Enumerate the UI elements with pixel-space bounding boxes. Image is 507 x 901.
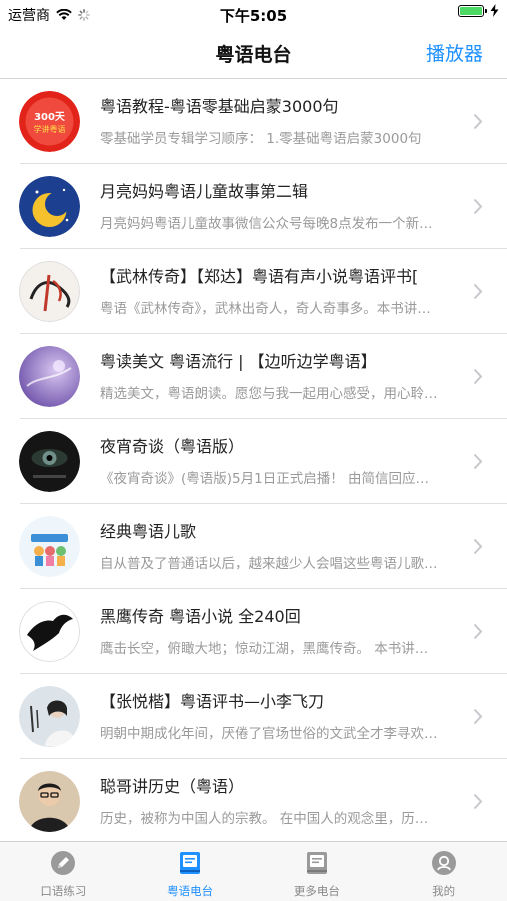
station-list: 300天 学讲粤语 粤语教程-粤语零基础启蒙3000句 零基础学员专辑学习顺序：… bbox=[0, 79, 507, 844]
tab-mine[interactable]: 我的 bbox=[380, 842, 507, 901]
station-thumbnail bbox=[19, 176, 80, 237]
station-thumbnail bbox=[19, 261, 80, 322]
book-icon bbox=[306, 852, 327, 874]
station-description: 粤语《武林传奇》，武林出奇人，奇人奇事多。本书讲述… bbox=[100, 301, 440, 317]
station-thumbnail bbox=[19, 601, 80, 662]
chevron-right-icon bbox=[473, 793, 483, 810]
chevron-right-icon bbox=[473, 113, 483, 130]
list-item[interactable]: 月亮妈妈粤语儿童故事第二辑 月亮妈妈粤语儿童故事微信公众号每晚8点发布一个新故事… bbox=[0, 164, 507, 249]
tab-bar: 口语练习 粤语电台 更多电台 我的 bbox=[0, 841, 507, 901]
list-item[interactable]: 黑鹰传奇 粤语小说 全240回 鹰击长空，俯瞰大地；惊动江湖，黑鹰传奇。 本书讲… bbox=[0, 589, 507, 674]
station-description: 零基础学员专辑学习顺序： 1.零基础粤语启蒙3000句 bbox=[100, 131, 422, 147]
station-title: 粤语教程-粤语零基础启蒙3000句 bbox=[100, 97, 339, 116]
list-item[interactable]: 夜宵奇谈（粤语版） 《夜宵奇谈》(粤语版)5月1日正式启播！ 由简信回应… bbox=[0, 419, 507, 504]
station-thumbnail: 300天 学讲粤语 bbox=[19, 91, 80, 152]
station-description: 月亮妈妈粤语儿童故事微信公众号每晚8点发布一个新故事… bbox=[100, 216, 440, 232]
station-title: 粤读美文 粤语流行 | 【边听边学粤语】 bbox=[100, 352, 377, 371]
chevron-right-icon bbox=[473, 708, 483, 725]
pencil-icon bbox=[51, 851, 76, 875]
station-description: 自从普及了普通话以后，越来越少人会唱这些粤语儿歌… bbox=[100, 556, 438, 572]
svg-text:学讲粤语: 学讲粤语 bbox=[34, 124, 66, 134]
battery-icon bbox=[458, 4, 487, 17]
station-description: 明朝中期成化年间，厌倦了官场世俗的文武全才李寻欢… bbox=[100, 726, 438, 742]
user-icon bbox=[431, 851, 456, 875]
tab-label: 更多电台 bbox=[293, 884, 340, 898]
chevron-right-icon bbox=[473, 198, 483, 215]
charging-bolt-icon bbox=[490, 4, 499, 17]
tab-oral-practice[interactable]: 口语练习 bbox=[0, 842, 127, 901]
station-thumbnail bbox=[19, 516, 80, 577]
chevron-right-icon bbox=[473, 623, 483, 640]
list-item[interactable]: 【张悦楷】粤语评书—小李飞刀 明朝中期成化年间，厌倦了官场世俗的文武全才李寻欢… bbox=[0, 674, 507, 759]
station-description: 精选美文，粤语朗读。愿您与我一起用心感受，用心聆听… bbox=[100, 386, 440, 402]
station-thumbnail bbox=[19, 431, 80, 492]
list-item[interactable]: 经典粤语儿歌 自从普及了普通话以后，越来越少人会唱这些粤语儿歌… bbox=[0, 504, 507, 589]
station-title: 黑鹰传奇 粤语小说 全240回 bbox=[100, 607, 301, 626]
station-title: 【张悦楷】粤语评书—小李飞刀 bbox=[100, 692, 325, 711]
list-item[interactable]: 粤读美文 粤语流行 | 【边听边学粤语】 精选美文，粤语朗读。愿您与我一起用心感… bbox=[0, 334, 507, 419]
status-bar: 运营商 下午5:05 bbox=[0, 0, 507, 28]
station-title: 经典粤语儿歌 bbox=[100, 522, 197, 541]
status-time: 下午5:05 bbox=[219, 7, 288, 25]
svg-text:300天: 300天 bbox=[34, 111, 66, 123]
chevron-right-icon bbox=[473, 453, 483, 470]
station-title: 聪哥讲历史（粤语） bbox=[100, 777, 245, 796]
list-item[interactable]: 【武林传奇】【郑达】粤语有声小说粤语评书[ 粤语《武林传奇》，武林出奇人，奇人奇… bbox=[0, 249, 507, 334]
tab-label: 粤语电台 bbox=[167, 884, 214, 898]
status-right-group bbox=[458, 4, 499, 17]
list-item[interactable]: 聪哥讲历史（粤语） 历史，被称为中国人的宗教。 在中国人的观念里，历史… bbox=[0, 759, 507, 844]
tab-cantonese-radio[interactable]: 粤语电台 bbox=[127, 842, 254, 901]
station-title: 夜宵奇谈（粤语版） bbox=[100, 437, 245, 456]
tab-label: 我的 bbox=[432, 884, 456, 898]
navigation-bar: 粤语电台 播放器 bbox=[0, 28, 507, 79]
station-title: 月亮妈妈粤语儿童故事第二辑 bbox=[100, 182, 309, 201]
tab-label: 口语练习 bbox=[40, 884, 87, 898]
station-thumbnail bbox=[19, 346, 80, 407]
station-description: 鹰击长空，俯瞰大地；惊动江湖，黑鹰传奇。 本书讲述… bbox=[100, 641, 440, 657]
battery-fill bbox=[460, 6, 482, 15]
station-thumbnail bbox=[19, 771, 80, 832]
station-thumbnail bbox=[19, 686, 80, 747]
station-title: 【武林传奇】【郑达】粤语有声小说粤语评书[ bbox=[100, 267, 419, 286]
list-item[interactable]: 300天 学讲粤语 粤语教程-粤语零基础启蒙3000句 零基础学员专辑学习顺序：… bbox=[0, 79, 507, 164]
radio-book-icon bbox=[180, 852, 201, 874]
tab-more-radio[interactable]: 更多电台 bbox=[254, 842, 381, 901]
chevron-right-icon bbox=[473, 368, 483, 385]
chevron-right-icon bbox=[473, 283, 483, 300]
chevron-right-icon bbox=[473, 538, 483, 555]
station-description: 《夜宵奇谈》(粤语版)5月1日正式启播！ 由简信回应… bbox=[100, 471, 430, 487]
player-button[interactable]: 播放器 bbox=[426, 39, 483, 66]
station-description: 历史，被称为中国人的宗教。 在中国人的观念里，历史… bbox=[100, 811, 440, 827]
